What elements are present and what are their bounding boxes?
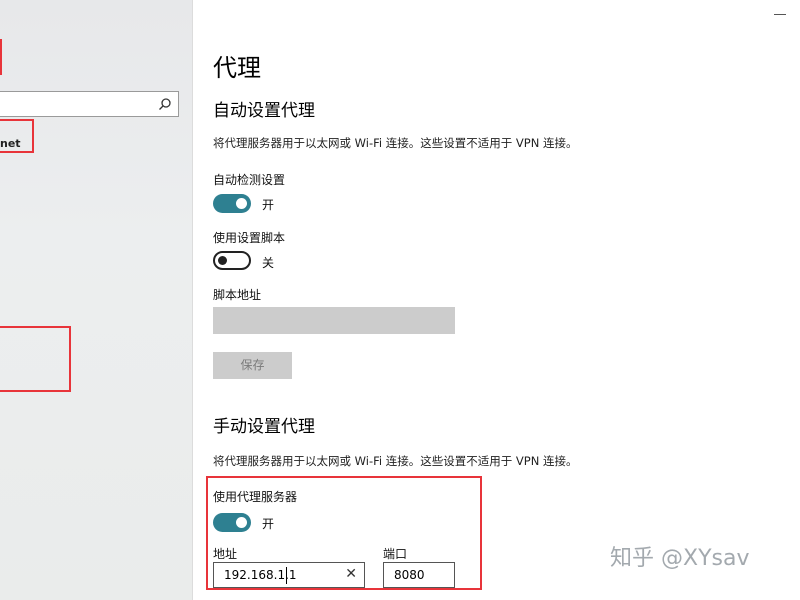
auto-detect-state: 开 bbox=[262, 198, 275, 212]
sidebar-item-ethernet[interactable]: net bbox=[0, 137, 21, 150]
auto-detect-label: 自动检测设置 bbox=[213, 173, 286, 187]
setup-script-state: 关 bbox=[262, 256, 275, 270]
script-address-input[interactable] bbox=[213, 307, 455, 334]
use-proxy-toggle[interactable] bbox=[213, 513, 251, 532]
search-icon bbox=[159, 98, 171, 110]
setup-script-toggle[interactable] bbox=[213, 251, 251, 270]
use-proxy-state: 开 bbox=[262, 517, 275, 531]
watermark: 知乎 @XYsav bbox=[610, 546, 750, 571]
proxy-port-value: 8080 bbox=[394, 568, 425, 582]
toggle-knob bbox=[236, 198, 247, 209]
manual-proxy-title: 手动设置代理 bbox=[213, 417, 315, 437]
use-proxy-label: 使用代理服务器 bbox=[213, 490, 298, 504]
proxy-port-input[interactable]: 8080 bbox=[383, 562, 455, 588]
annotation-box bbox=[0, 39, 2, 75]
proxy-port-label: 端口 bbox=[383, 547, 408, 561]
auto-detect-toggle[interactable] bbox=[213, 194, 251, 213]
proxy-address-label: 地址 bbox=[213, 547, 238, 561]
setup-script-label: 使用设置脚本 bbox=[213, 231, 286, 245]
manual-proxy-description: 将代理服务器用于以太网或 Wi-Fi 连接。这些设置不适用于 VPN 连接。 bbox=[213, 454, 578, 468]
search-input[interactable] bbox=[0, 91, 179, 117]
minimize-icon[interactable] bbox=[774, 14, 786, 15]
save-button[interactable]: 保存 bbox=[213, 352, 292, 379]
script-address-label: 脚本地址 bbox=[213, 288, 262, 302]
toggle-knob bbox=[236, 517, 247, 528]
auto-proxy-title: 自动设置代理 bbox=[213, 101, 315, 121]
page-title: 代理 bbox=[213, 54, 261, 82]
toggle-knob bbox=[218, 256, 227, 265]
text-caret bbox=[286, 567, 287, 584]
auto-proxy-description: 将代理服务器用于以太网或 Wi-Fi 连接。这些设置不适用于 VPN 连接。 bbox=[213, 136, 578, 150]
annotation-box bbox=[0, 326, 71, 392]
close-icon[interactable]: ✕ bbox=[345, 566, 357, 582]
proxy-address-input[interactable]: 192.168.1.1 ✕ bbox=[213, 562, 365, 588]
sidebar: net bbox=[0, 0, 193, 600]
